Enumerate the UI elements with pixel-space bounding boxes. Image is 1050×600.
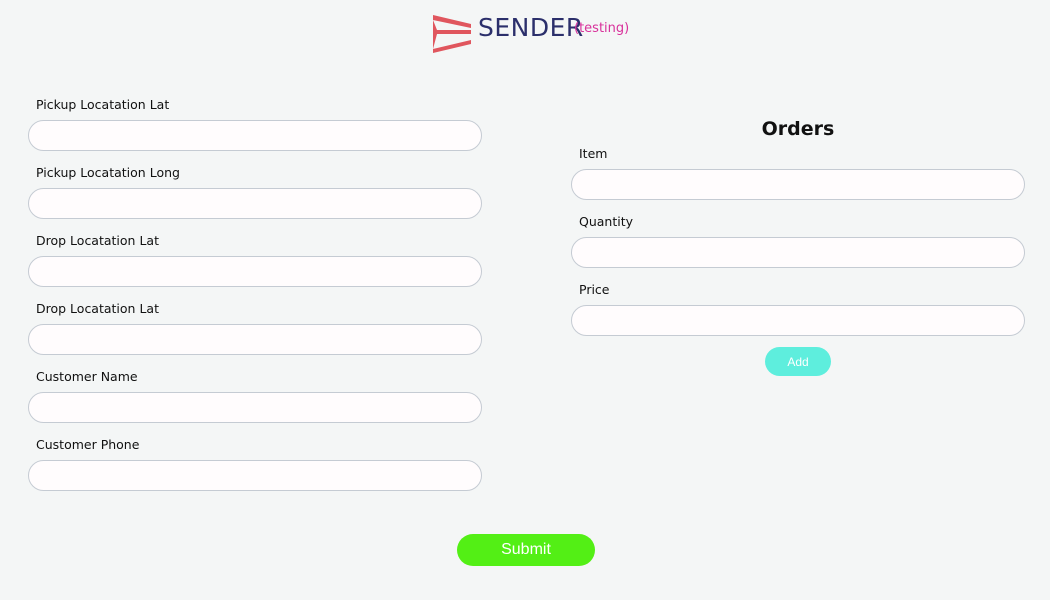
orders-panel: Orders Item Quantity Price Add [571,115,1025,380]
item-field: Item [571,144,1025,200]
orders-title: Orders [761,118,835,140]
customer-name-label: Customer Name [36,369,138,384]
pickup-long-label: Pickup Locatation Long [36,165,180,180]
pickup-lat-label: Pickup Locatation Lat [36,97,170,112]
customer-phone-label: Customer Phone [36,437,140,452]
price-input[interactable] [571,305,1025,336]
pickup-lat-field: Pickup Locatation Lat [28,95,482,151]
drop-lat-label: Drop Locatation Lat [36,233,159,248]
drop-long-field: Drop Locatation Lat [28,299,482,355]
quantity-input[interactable] [571,237,1025,268]
item-label: Item [579,146,608,161]
app-header: SENDER (testing) [0,8,1050,56]
pickup-long-input[interactable] [28,188,482,219]
pickup-drop-form: Pickup Locatation Lat Pickup Locatation … [28,95,482,503]
customer-name-input[interactable] [28,392,482,423]
customer-name-field: Customer Name [28,367,482,423]
item-input[interactable] [571,169,1025,200]
drop-lat-field: Drop Locatation Lat [28,231,482,287]
pickup-long-field: Pickup Locatation Long [28,163,482,219]
quantity-label: Quantity [579,214,634,229]
price-label: Price [579,282,610,297]
drop-long-label: Drop Locatation Lat [36,301,159,316]
add-order-button[interactable]: Add [765,347,831,376]
pickup-lat-input[interactable] [28,120,482,151]
add-button-row: Add [571,347,1025,380]
customer-phone-input[interactable] [28,460,482,491]
drop-long-input[interactable] [28,324,482,355]
submit-button[interactable]: Submit [457,534,595,566]
sender-logo-icon [433,15,471,53]
price-field: Price [571,280,1025,336]
customer-phone-field: Customer Phone [28,435,482,491]
environment-tag: (testing) [574,21,630,36]
quantity-field: Quantity [571,212,1025,268]
brand-name: SENDER [478,13,584,42]
drop-lat-input[interactable] [28,256,482,287]
